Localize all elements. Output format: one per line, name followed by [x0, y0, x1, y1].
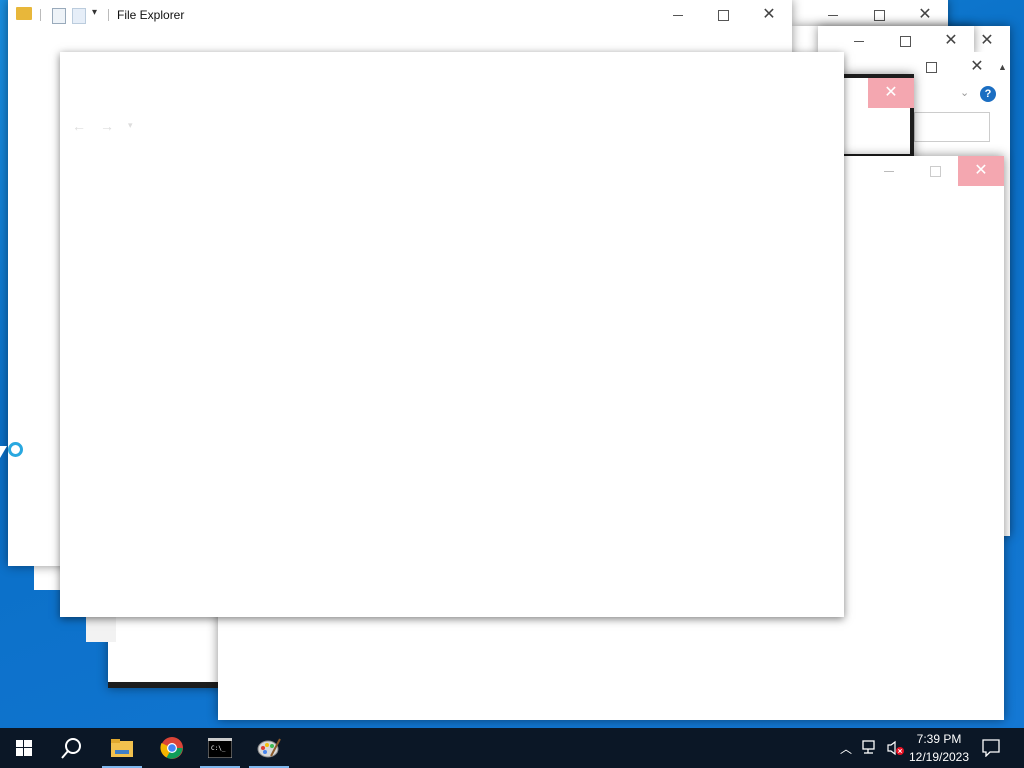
- help-badge-label: ?: [984, 88, 992, 100]
- minimize-button[interactable]: [866, 156, 912, 186]
- maximize-button[interactable]: [700, 0, 746, 30]
- desktop: ✕ ✕ ▲ ✕ ✕ ⌄ ? ✕ ✕ ▾ File Explorer ✕ ← → …: [0, 0, 1024, 728]
- maximize-icon: [873, 9, 885, 21]
- small-window-fragment-2[interactable]: [86, 616, 116, 642]
- minimize-icon: [854, 40, 864, 42]
- start-button[interactable]: [0, 728, 48, 768]
- help-icon[interactable]: ?: [980, 86, 996, 102]
- maximize-button[interactable]: [908, 52, 954, 82]
- separator: [40, 9, 41, 21]
- chrome-icon: [160, 737, 183, 759]
- recent-locations-dropdown-icon[interactable]: ▾: [128, 120, 133, 131]
- notifications-icon[interactable]: [982, 739, 1000, 757]
- show-hidden-icons-button[interactable]: ︿: [838, 740, 854, 756]
- maximize-icon: [925, 61, 937, 73]
- volume-muted-icon[interactable]: [886, 740, 906, 756]
- svg-text:C:\_: C:\_: [211, 745, 226, 752]
- minimize-icon: [673, 14, 683, 16]
- front-window[interactable]: ← → ▾: [60, 52, 844, 617]
- back-arrow-icon[interactable]: ←: [72, 118, 86, 134]
- taskbar: C:\_ ︿ 7:39 PM 12/19/2023: [0, 728, 1024, 768]
- terminal-button[interactable]: C:\_: [196, 728, 244, 768]
- maximize-icon: [929, 165, 941, 177]
- close-button[interactable]: ✕: [868, 78, 914, 108]
- maximize-button[interactable]: [912, 156, 958, 186]
- close-icon: ✕: [970, 58, 984, 75]
- close-button[interactable]: ✕: [958, 156, 1004, 186]
- minimize-icon: [884, 170, 894, 172]
- mouse-cursor-icon: [0, 446, 7, 458]
- paint-button[interactable]: [245, 728, 293, 768]
- close-icon: ✕: [884, 84, 898, 101]
- search-box[interactable]: [914, 112, 990, 142]
- network-icon[interactable]: [862, 740, 880, 756]
- close-icon: ✕: [974, 162, 988, 179]
- paint-palette-icon: [257, 738, 281, 758]
- properties-icon[interactable]: [52, 8, 66, 24]
- close-button[interactable]: ✕: [746, 0, 792, 30]
- folder-icon: [111, 739, 133, 757]
- forward-arrow-icon[interactable]: →: [100, 118, 114, 134]
- quick-access-dropdown-icon[interactable]: ▾: [92, 7, 97, 18]
- clock-date[interactable]: 12/19/2023: [906, 750, 972, 764]
- window-title: File Explorer: [117, 8, 185, 22]
- busy-spinner-icon: [8, 442, 23, 457]
- close-icon: ✕: [762, 6, 776, 23]
- close-icon: ✕: [918, 6, 932, 23]
- file-explorer-button[interactable]: [98, 728, 146, 768]
- search-button[interactable]: [48, 728, 96, 768]
- windows-logo-icon: [16, 740, 32, 756]
- dark-window-panel-bottom: [108, 614, 218, 682]
- maximize-icon: [899, 35, 911, 47]
- minimize-icon: [828, 14, 838, 16]
- search-icon: [61, 738, 81, 759]
- close-icon: ✕: [944, 32, 958, 49]
- maximize-icon: [717, 9, 729, 21]
- chevron-down-icon[interactable]: ⌄: [960, 86, 969, 99]
- separator: [108, 9, 109, 21]
- clock-time[interactable]: 7:39 PM: [906, 732, 972, 746]
- close-icon: ✕: [980, 32, 994, 49]
- close-button[interactable]: ✕: [954, 52, 1000, 82]
- file-explorer-titlebar[interactable]: ▾ File Explorer ✕: [8, 0, 792, 30]
- new-folder-icon[interactable]: [72, 8, 86, 24]
- terminal-icon: C:\_: [208, 738, 232, 758]
- folder-icon: [16, 7, 32, 20]
- minimize-button[interactable]: [655, 0, 701, 30]
- chrome-button[interactable]: [148, 728, 196, 768]
